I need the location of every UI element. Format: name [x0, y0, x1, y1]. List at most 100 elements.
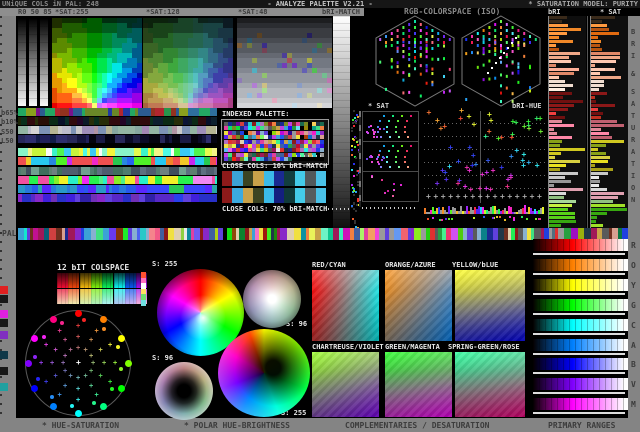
- wheel-hue-dot: [31, 334, 39, 342]
- primary-letter-C: C: [631, 320, 636, 330]
- gradient-row-cell: [125, 135, 133, 143]
- primary-letter-G: G: [631, 300, 636, 310]
- histogram-bar: [549, 144, 560, 147]
- stray-dot: [513, 219, 515, 221]
- scatter-dot: [404, 125, 407, 128]
- scatter-dot: [383, 145, 385, 147]
- histogram-bar: [549, 36, 559, 39]
- noise-dot: [351, 169, 353, 171]
- gradient-row-cell: [133, 135, 140, 143]
- noise-dot: [352, 218, 354, 220]
- stray-dot: [441, 219, 443, 221]
- hue-mark: +: [514, 145, 520, 155]
- wheel-center-mark: +: [76, 358, 81, 367]
- gradient-row-cell: [80, 194, 91, 202]
- gradient-row-cell: [184, 185, 191, 193]
- gradient-row-cell: [77, 135, 86, 143]
- histogram-bar: [549, 220, 576, 223]
- colspace-cell: [102, 273, 114, 288]
- primary-band-separator: [533, 312, 625, 315]
- gradient-row-cell: [77, 185, 84, 193]
- hue-mark: +: [464, 163, 470, 173]
- gradient-row-cell: [172, 135, 180, 143]
- histogram-bar: [549, 224, 561, 227]
- gradient-row-cell: [49, 117, 58, 125]
- wheel-hue-dot: [99, 402, 107, 410]
- gradient-row-cell: [195, 157, 204, 165]
- palette-cell: [320, 148, 324, 153]
- gray-ramp-3: [40, 18, 48, 106]
- histogram-bar: [549, 84, 573, 87]
- wheel-hue-dot: [31, 384, 39, 392]
- gradient-row-cell: [112, 185, 119, 193]
- gradient-row-cell: [43, 194, 51, 202]
- palette-cell: [320, 157, 324, 162]
- primary-letter-R: R: [631, 241, 636, 250]
- gradient-row-cell: [105, 135, 115, 143]
- scatter-dot: [375, 135, 378, 138]
- scatter-dot: [404, 160, 407, 163]
- sat-scatter-box-3: [362, 171, 419, 202]
- gradient-row-cell: [205, 185, 212, 193]
- primary-band-O: [533, 258, 628, 271]
- scatter-dot: [382, 128, 385, 131]
- histogram-bar: [549, 156, 555, 159]
- primary-band-Y: [533, 278, 628, 291]
- pal-strip-cell: [116, 228, 123, 240]
- primary-band-separator: [533, 332, 625, 335]
- gradient-row-cell: [199, 108, 210, 116]
- noise-dot: [354, 222, 356, 224]
- gradient-row-cell: [146, 167, 156, 175]
- histogram-bar: [591, 120, 617, 123]
- gradient-row-cell: [71, 148, 79, 156]
- indexed-palette-title: INDEXED PALETTE:: [222, 110, 290, 118]
- gradient-row-cell: [178, 176, 185, 184]
- primary-band-C: [533, 318, 628, 331]
- rail-tile: [0, 310, 8, 318]
- histogram-bar: [591, 60, 616, 63]
- gradient-row-cell: [173, 157, 180, 165]
- gradient-row-cell: [109, 117, 120, 125]
- scatter-dot: [372, 129, 375, 132]
- noise-dot: [355, 157, 357, 159]
- gradient-row-cell: [131, 117, 140, 125]
- vertical-letter: S: [631, 88, 636, 96]
- noise-dot: [355, 210, 357, 212]
- gradient-row-cell: [174, 117, 183, 125]
- scatter-dot: [406, 136, 409, 138]
- palette-cell: [320, 126, 324, 131]
- hue-mark: +: [485, 156, 491, 166]
- scatter-dot: [370, 176, 373, 179]
- noise-dot: [351, 205, 353, 207]
- wheel-sat-mark: +: [108, 377, 113, 386]
- baseline-mark: +: [455, 192, 461, 201]
- comp-label-3: CHARTREUSE/VIOLET: [312, 343, 384, 351]
- wheel-hue-dot-small: [81, 318, 86, 323]
- primary-band-separator: [533, 392, 625, 395]
- histogram-bar: [549, 196, 564, 199]
- rail-tile: [0, 383, 8, 391]
- histogram-bar: [591, 204, 625, 207]
- gradient-row-cell: [62, 167, 71, 175]
- close-cols-10-title: CLOSE COLS: 10% bRI-MATCH: [222, 162, 328, 170]
- stray-dot: [521, 216, 523, 218]
- wheel-sat-mark: +: [94, 391, 99, 400]
- noise-dot: [351, 184, 353, 186]
- histogram-bar: [549, 212, 575, 215]
- histogram-bar: [549, 188, 583, 191]
- wheel-sat-mark: +: [76, 385, 81, 393]
- close-col-swatch: [315, 188, 326, 203]
- histogram-bar: [591, 48, 602, 51]
- histogram-bar: [549, 160, 580, 163]
- comp-panel-1: [385, 270, 452, 341]
- gradient-row-cell: [127, 157, 134, 165]
- gradient-row-cell: [126, 185, 136, 193]
- colspace-cell: [68, 289, 80, 304]
- gradient-row-cell: [42, 185, 51, 193]
- stray-dot: [445, 218, 447, 220]
- sat-mosaic-128: [143, 18, 233, 108]
- palette-cell: [320, 139, 324, 144]
- brihue-scatter-title: bRI-HUE: [512, 102, 542, 110]
- gradient-row-cell: [154, 148, 163, 156]
- gradient-row-cell: [107, 176, 114, 184]
